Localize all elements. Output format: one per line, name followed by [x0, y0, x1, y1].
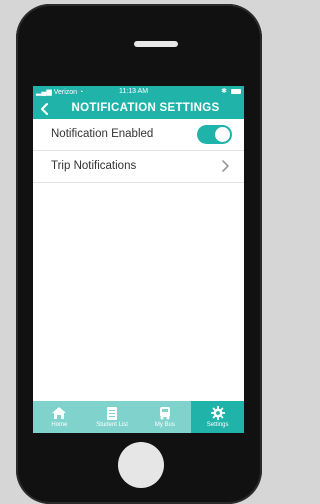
- clipboard-icon: [107, 407, 118, 420]
- app-screen: ▂▄▆ Verizon ◔ 11:13 AM ✱ NOTIFICATION SE…: [33, 86, 244, 433]
- tab-home[interactable]: Home: [33, 401, 86, 433]
- battery-icon: [231, 88, 241, 94]
- notification-toggle[interactable]: [197, 125, 232, 144]
- phone-home-button[interactable]: [118, 442, 164, 488]
- toggle-knob: [215, 127, 230, 142]
- status-right: ✱: [221, 87, 241, 95]
- tab-label: My Bus: [154, 422, 175, 428]
- tab-label: Student List: [96, 422, 128, 428]
- setting-row-trip-notifications[interactable]: Trip Notifications: [33, 151, 244, 183]
- setting-label: Trip Notifications: [51, 160, 137, 172]
- tab-student-list[interactable]: Student List: [86, 401, 139, 433]
- carrier-label: ▂▄▆ Verizon ◔: [36, 89, 84, 96]
- phone-speaker: [134, 41, 178, 47]
- tab-label: Settings: [206, 422, 229, 428]
- title-bar: NOTIFICATION SETTINGS: [33, 99, 244, 119]
- tab-settings[interactable]: Settings: [191, 401, 244, 433]
- bus-icon: [159, 407, 170, 420]
- signal-icon: ▂▄▆: [36, 89, 52, 96]
- tab-my-bus[interactable]: My Bus: [139, 401, 192, 433]
- setting-row-notification-enabled[interactable]: Notification Enabled: [33, 119, 244, 151]
- bottom-tab-bar: Home Student List My Bus Settings: [33, 401, 244, 433]
- gear-icon: [210, 406, 225, 420]
- home-icon: [52, 407, 67, 419]
- page-title: NOTIFICATION SETTINGS: [71, 102, 220, 114]
- wifi-icon: ◔: [79, 89, 84, 96]
- setting-label: Notification Enabled: [51, 128, 154, 140]
- chevron-right-icon: [222, 160, 229, 172]
- tab-label: Home: [51, 422, 68, 428]
- bluetooth-icon: ✱: [221, 88, 228, 95]
- status-bar: ▂▄▆ Verizon ◔ 11:13 AM ✱: [33, 86, 244, 99]
- status-time: 11:13 AM: [119, 88, 149, 95]
